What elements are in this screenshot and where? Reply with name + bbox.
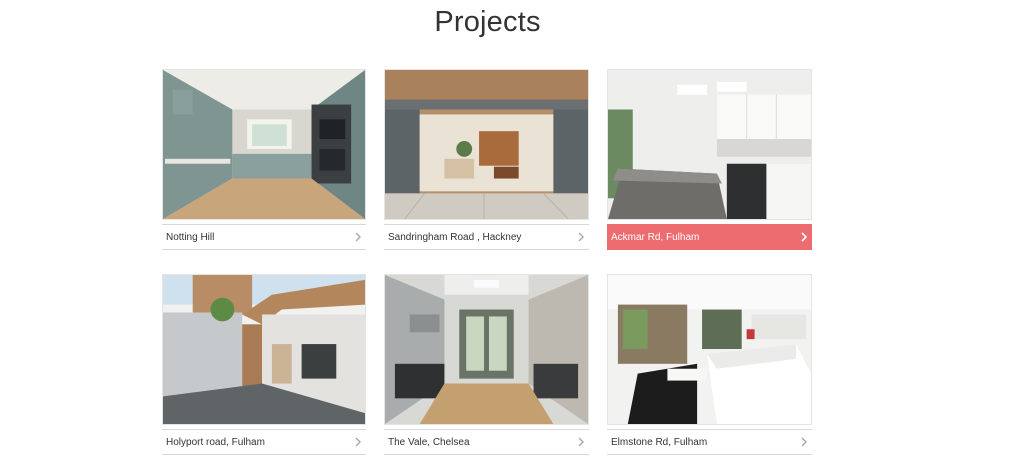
project-caption[interactable]: Sandringham Road , Hackney [384,224,589,250]
project-image[interactable] [384,69,589,220]
project-card[interactable]: Sandringham Road , Hackney [384,69,589,250]
project-caption[interactable]: Elmstone Rd, Fulham [607,429,812,455]
brick-extension-photo [163,275,365,424]
project-caption[interactable]: The Vale, Chelsea [384,429,589,455]
project-image[interactable] [162,69,366,220]
living-room-photo [608,275,811,424]
project-name: Holyport road, Fulham [166,436,265,448]
project-name: The Vale, Chelsea [388,436,470,448]
project-image[interactable] [162,274,366,425]
project-image[interactable] [607,274,812,425]
galley-kitchen-photo [385,275,588,424]
chevron-right-icon [355,232,361,242]
chevron-right-icon [801,232,808,242]
project-name: Notting Hill [166,231,215,243]
project-card[interactable]: Elmstone Rd, Fulham [607,274,812,455]
project-caption[interactable]: Notting Hill [162,224,366,250]
projects-grid: Notting Hill Sandringham Road , Hackney … [162,69,812,455]
chevron-right-icon [801,437,807,447]
chevron-right-icon [578,232,584,242]
page-title: Projects [434,6,541,38]
chevron-right-icon [578,437,584,447]
kitchen-photo [163,70,365,219]
white-kitchen-photo [608,70,811,219]
extension-photo [385,70,588,219]
project-name: Ackmar Rd, Fulham [611,231,700,243]
project-caption[interactable]: Ackmar Rd, Fulham [607,224,812,250]
project-card[interactable]: Holyport road, Fulham [162,274,366,455]
project-image[interactable] [607,69,812,220]
project-card[interactable]: Ackmar Rd, Fulham [607,69,812,250]
project-image[interactable] [384,274,589,425]
project-name: Sandringham Road , Hackney [388,231,522,243]
chevron-right-icon [355,437,361,447]
project-name: Elmstone Rd, Fulham [611,436,708,448]
project-card[interactable]: The Vale, Chelsea [384,274,589,455]
project-caption[interactable]: Holyport road, Fulham [162,429,366,455]
project-card[interactable]: Notting Hill [162,69,366,250]
